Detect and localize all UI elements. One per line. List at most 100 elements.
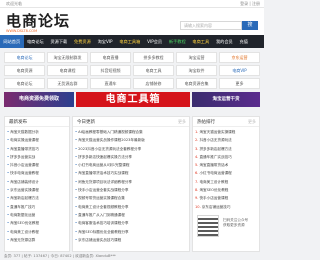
today-more-link[interactable]: 更多 xyxy=(178,119,186,125)
list-item[interactable]: •电商实操运营课程 xyxy=(7,136,67,144)
list-item[interactable]: •京东店铺运营实战技巧课程 xyxy=(75,236,187,244)
list-item-title: 淘宝店铺装修设计 xyxy=(10,179,39,184)
list-item[interactable]: •直通车推广技巧 xyxy=(7,203,67,211)
hot-more-link[interactable]: 更多 xyxy=(248,119,256,125)
rank-number: 9. xyxy=(195,196,199,201)
nav-item[interactable]: 资源下载 xyxy=(47,35,71,48)
list-item[interactable]: •快手电商运营教程 xyxy=(7,169,67,177)
list-item[interactable]: •电商数据化运营 xyxy=(7,211,67,219)
ad-banner-center[interactable]: 电商工具箱 xyxy=(76,92,190,107)
list-item[interactable]: 2.抖音小店无货源玩法 xyxy=(195,136,257,144)
category-link[interactable]: 电商论坛 xyxy=(4,78,45,89)
list-item[interactable]: •小红书电商运营从0到1完整课程 xyxy=(75,161,187,169)
search-input[interactable]: 请输入搜索内容 xyxy=(180,21,242,30)
list-item[interactable]: •AI绘画教程零基础入门精通视频课程合集 xyxy=(75,128,187,136)
list-item[interactable]: 4.直通车推广实战技巧 xyxy=(195,153,257,161)
category-link[interactable]: 淘宝无限制群发 xyxy=(47,52,88,63)
bullet-icon: • xyxy=(75,130,78,134)
category-link[interactable]: 更多 xyxy=(219,78,260,89)
list-item[interactable]: •淘宝天猫数据分析 xyxy=(7,128,67,136)
rank-number: 10. xyxy=(195,204,201,209)
list-item[interactable]: •快手小店运营全套实战课程分享 xyxy=(75,186,187,194)
list-item[interactable]: •直通车推广从入门到精通课程 xyxy=(75,211,187,219)
category-link[interactable]: 淘宝软件 xyxy=(176,65,217,76)
list-item[interactable]: •拼多多新店快速起爆实操方法分享 xyxy=(75,153,187,161)
list-item[interactable]: •电商美工设计全套视频教程分享 xyxy=(75,203,187,211)
list-item[interactable]: 8.淘宝SEO优化教程 xyxy=(195,186,257,194)
list-item-title: 直通车推广实战技巧 xyxy=(199,154,232,159)
list-item[interactable]: •淘宝直播带货话术技巧实战课程 xyxy=(75,169,187,177)
qr-box: 扫码关注公众号 获取更多资源 xyxy=(197,214,255,243)
list-item[interactable]: •淘宝SEO标题优化全套教程分享 xyxy=(75,228,187,236)
list-item[interactable]: •淘宝天猫运营实战操作课程2023年最新版 xyxy=(75,136,187,144)
category-link[interactable]: 店铺装修 xyxy=(133,78,174,89)
today-panel-title: 今日更新 更多 xyxy=(73,117,189,127)
category-link[interactable]: 电商资源 xyxy=(4,65,45,76)
bullet-icon: • xyxy=(75,146,78,151)
category-link[interactable]: 无货源店群 xyxy=(47,78,88,89)
today-panel: 今日更新 更多 •AI绘画教程零基础入门精通视频课程合集 •淘宝天猫运营实战操作课… xyxy=(72,116,190,252)
nav-item[interactable]: 网站首页 xyxy=(0,35,24,48)
nav-item[interactable]: VIP会员 xyxy=(144,35,166,48)
rank-number: 3. xyxy=(195,146,199,151)
list-item[interactable]: •淘宝店铺装修设计 xyxy=(7,178,67,186)
list-item-title: 快手小店运营课程 xyxy=(199,196,229,201)
nav-item[interactable]: 我的会员 xyxy=(213,35,237,48)
nav-item[interactable]: 电商工具 xyxy=(189,35,213,48)
list-item[interactable]: •视频号带货运营实操课程合集 xyxy=(75,194,187,202)
site-logo[interactable]: 电商论坛 xyxy=(6,10,70,31)
list-item[interactable]: •电商客服话术技巧培训课程分享 xyxy=(75,219,187,227)
ad-row: 电商资源免费领取 电商工具箱 淘宝运营干货 xyxy=(4,92,260,107)
nav-item[interactable]: 免费资源 xyxy=(71,35,95,48)
list-item-title: 拼多多新店起爆方法 xyxy=(199,146,232,151)
list-item[interactable]: 9.快手小店运营课程 xyxy=(195,194,257,202)
ad-banner-left[interactable]: 电商资源免费领取 xyxy=(4,92,74,107)
list-item[interactable]: 3.拼多多新店起爆方法 xyxy=(195,145,257,153)
category-link[interactable]: 电商VIP xyxy=(219,65,260,76)
nav-item[interactable]: 电商论坛 xyxy=(24,35,48,48)
bullet-icon: • xyxy=(7,179,10,184)
category-link[interactable]: 淘宝运营 xyxy=(176,52,217,63)
list-item-title: AI绘画教程零基础入门精通视频课程合集 xyxy=(78,130,143,134)
login-register-link[interactable]: 登录 | 注册 xyxy=(240,1,260,7)
nav-item[interactable]: 淘宝VIP xyxy=(94,35,116,48)
list-item[interactable]: •2023抖音小店无货源玩法全套教程分享 xyxy=(75,145,187,153)
list-item[interactable]: 7.电商美工设计教程 xyxy=(195,178,257,186)
category-link[interactable]: 京东运营 xyxy=(219,52,260,63)
list-item[interactable]: •淘宝SEO优化教程 xyxy=(7,219,67,227)
list-item[interactable]: •淘宝无货源店群 xyxy=(7,236,67,244)
category-link[interactable]: 直通车 xyxy=(90,78,131,89)
search-button[interactable]: 搜 xyxy=(242,21,258,30)
list-item[interactable]: •淘宝新店起爆方法 xyxy=(7,194,67,202)
ad-banner-right[interactable]: 淘宝运营干货 xyxy=(192,92,260,107)
nav-item[interactable]: 电商工具箱 xyxy=(116,35,144,48)
list-item[interactable]: 10.京东店铺运营技巧 xyxy=(195,203,257,211)
page: 欢迎光临 登录 | 注册 电商论坛 WWW.DSLT8.COM 请输入搜索内容 … xyxy=(0,0,264,260)
nav-item[interactable]: 新手教程 xyxy=(165,35,189,48)
list-item[interactable]: •闲鱼无货源项目玩法详细教程分享 xyxy=(75,178,187,186)
rank-number: 4. xyxy=(195,154,199,159)
category-link[interactable]: 电商论坛 xyxy=(4,52,45,63)
bullet-icon: • xyxy=(7,204,10,209)
list-item[interactable]: •京东运营实操课程 xyxy=(7,186,67,194)
list-item-title: 淘宝直播带货话术 xyxy=(199,163,229,168)
category-link[interactable]: 拼多多教程 xyxy=(133,52,174,63)
list-item[interactable]: 5.淘宝直播带货话术 xyxy=(195,161,257,169)
list-item[interactable]: 1.淘宝天猫运营实操课程 xyxy=(195,128,257,136)
list-item[interactable]: •电商美工设计教程 xyxy=(7,228,67,236)
category-link[interactable]: 电商课程 xyxy=(47,65,88,76)
list-item[interactable]: •抖音小店运营课程 xyxy=(7,161,67,169)
list-item[interactable]: 6.小红书电商运营课程 xyxy=(195,169,257,177)
category-link[interactable]: 抖音短视频 xyxy=(90,65,131,76)
list-item-title: 抖音小店无货源玩法 xyxy=(199,138,232,143)
category-link[interactable]: 电商直播 xyxy=(90,52,131,63)
category-link[interactable]: 电商资源合集 xyxy=(176,78,217,89)
list-item-title: 视频号带货运营实操课程合集 xyxy=(78,196,125,201)
bullet-icon: • xyxy=(7,188,10,193)
list-item[interactable]: •淘宝直播带货技巧 xyxy=(7,145,67,153)
category-link[interactable]: 电商工具 xyxy=(133,65,174,76)
bullet-icon: • xyxy=(75,154,78,159)
bullet-icon: • xyxy=(7,229,10,234)
nav-item[interactable]: 充值 xyxy=(236,35,251,48)
list-item[interactable]: •拼多多运营实战 xyxy=(7,153,67,161)
